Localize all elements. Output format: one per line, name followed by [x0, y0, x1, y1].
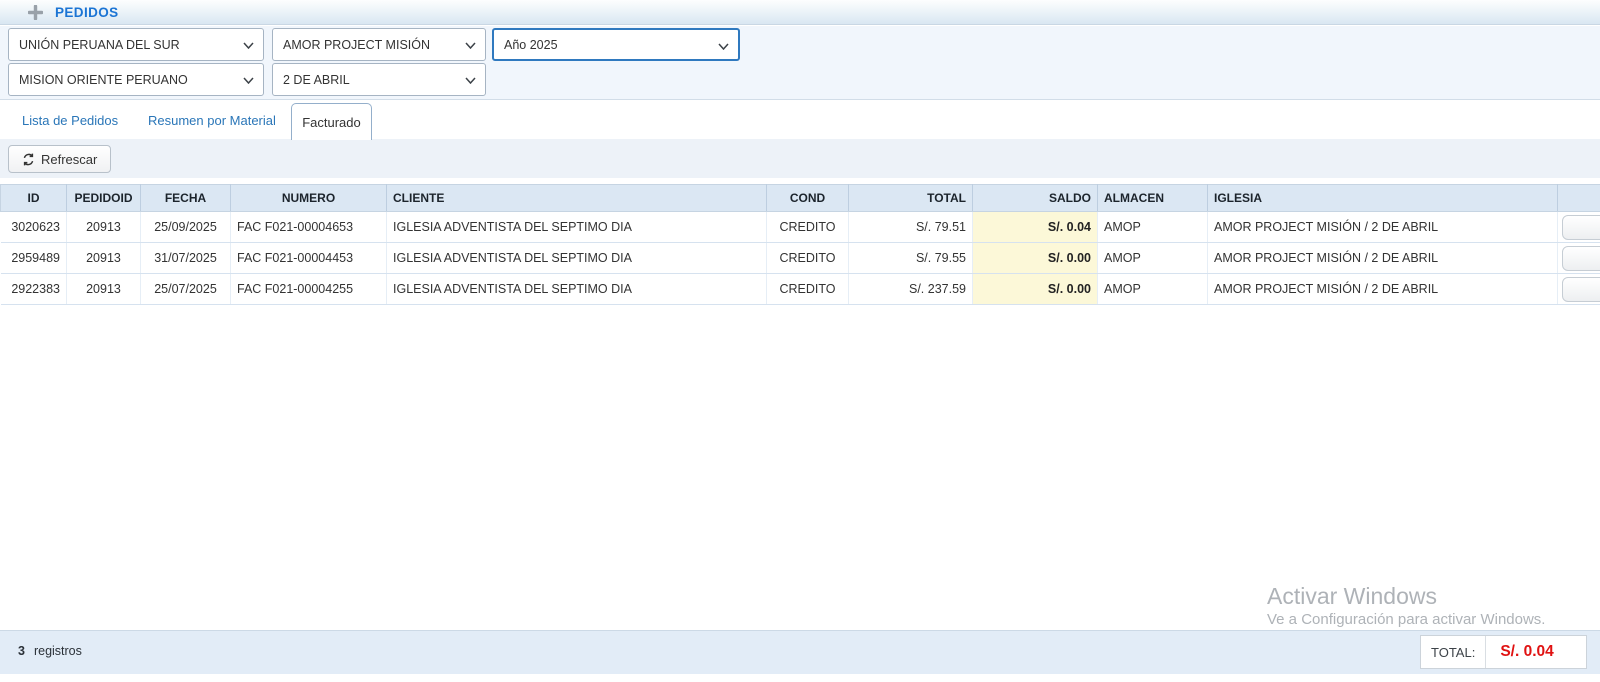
cell-cliente: IGLESIA ADVENTISTA DEL SEPTIMO DIA [387, 212, 767, 243]
column-header-pedidoid[interactable]: PEDIDOID [67, 185, 141, 212]
cell-iglesia: AMOR PROJECT MISIÓN / 2 DE ABRIL [1208, 274, 1558, 305]
cell-saldo: S/. 0.04 [973, 212, 1098, 243]
cell-pedidoid: 20913 [67, 243, 141, 274]
union-select-value: UNIÓN PERUANA DEL SUR [19, 38, 180, 52]
chevron-down-icon [243, 42, 254, 49]
cell-almacen: AMOP [1098, 212, 1208, 243]
row-action-button[interactable] [1562, 246, 1600, 271]
year-select[interactable]: Año 2025 [492, 28, 740, 61]
column-header-fecha[interactable]: FECHA [141, 185, 231, 212]
cell-id: 2959489 [1, 243, 67, 274]
cell-cond: CREDITO [767, 274, 849, 305]
record-count-number: 3 [18, 644, 25, 658]
church-select-value: 2 DE ABRIL [283, 73, 350, 87]
table-row[interactable]: 2922383 20913 25/07/2025 FAC F021-000042… [1, 274, 1600, 305]
refresh-icon [22, 153, 35, 166]
cell-fecha: 25/07/2025 [141, 274, 231, 305]
cell-cond: CREDITO [767, 243, 849, 274]
cell-id: 3020623 [1, 212, 67, 243]
union-select[interactable]: UNIÓN PERUANA DEL SUR [8, 28, 264, 61]
column-header-actions [1558, 185, 1600, 212]
tabs-bar: Lista de Pedidos Resumen por Material Fa… [0, 100, 1600, 139]
windows-activation-watermark-title: Activar Windows [1267, 583, 1437, 610]
cell-fecha: 31/07/2025 [141, 243, 231, 274]
column-header-cliente[interactable]: CLIENTE [387, 185, 767, 212]
column-header-iglesia[interactable]: IGLESIA [1208, 185, 1558, 212]
tab-facturado-label: Facturado [302, 115, 361, 130]
mission-select-value: AMOR PROJECT MISIÓN [283, 38, 430, 52]
cell-pedidoid: 20913 [67, 274, 141, 305]
column-header-almacen[interactable]: ALMACEN [1098, 185, 1208, 212]
windows-activation-watermark-subtitle: Ve a Configuración para activar Windows. [1267, 611, 1545, 628]
filter-panel: UNIÓN PERUANA DEL SUR AMOR PROJECT MISIÓ… [0, 26, 1600, 100]
total-label: TOTAL: [1421, 636, 1486, 668]
mission-select[interactable]: AMOR PROJECT MISIÓN [272, 28, 486, 61]
refresh-button[interactable]: Refrescar [8, 145, 111, 173]
title-bar: PEDIDOS [0, 0, 1600, 25]
footer-bar: 3 registros TOTAL: S/. 0.04 [0, 630, 1600, 674]
record-count: 3 registros [18, 644, 82, 658]
cell-total: S/. 237.59 [849, 274, 973, 305]
column-header-id[interactable]: ID [1, 185, 67, 212]
chevron-down-icon [243, 77, 254, 84]
cell-iglesia: AMOR PROJECT MISIÓN / 2 DE ABRIL [1208, 243, 1558, 274]
column-header-cond[interactable]: COND [767, 185, 849, 212]
year-select-value: Año 2025 [504, 38, 558, 52]
add-icon[interactable] [28, 5, 43, 20]
cell-almacen: AMOP [1098, 274, 1208, 305]
chevron-down-icon [465, 77, 476, 84]
row-action-button[interactable] [1562, 277, 1600, 302]
tab-facturado[interactable]: Facturado [291, 103, 372, 140]
cell-saldo: S/. 0.00 [973, 243, 1098, 274]
cell-fecha: 25/09/2025 [141, 212, 231, 243]
district-select[interactable]: MISION ORIENTE PERUANO [8, 63, 264, 96]
toolbar: Refrescar [0, 139, 1600, 178]
cell-saldo: S/. 0.00 [973, 274, 1098, 305]
cell-numero: FAC F021-00004255 [231, 274, 387, 305]
chevron-down-icon [465, 42, 476, 49]
table-row[interactable]: 3020623 20913 25/09/2025 FAC F021-000046… [1, 212, 1600, 243]
district-select-value: MISION ORIENTE PERUANO [19, 73, 188, 87]
table-header-row: ID PEDIDOID FECHA NUMERO CLIENTE COND TO… [1, 185, 1600, 212]
total-box: TOTAL: S/. 0.04 [1420, 635, 1587, 669]
cell-numero: FAC F021-00004653 [231, 212, 387, 243]
cell-cond: CREDITO [767, 212, 849, 243]
cell-actions [1558, 212, 1600, 243]
cell-pedidoid: 20913 [67, 212, 141, 243]
column-header-total[interactable]: TOTAL [849, 185, 973, 212]
table-row[interactable]: 2959489 20913 31/07/2025 FAC F021-000044… [1, 243, 1600, 274]
cell-actions [1558, 274, 1600, 305]
cell-cliente: IGLESIA ADVENTISTA DEL SEPTIMO DIA [387, 243, 767, 274]
refresh-button-label: Refrescar [41, 152, 97, 167]
page-title: PEDIDOS [55, 5, 119, 20]
cell-almacen: AMOP [1098, 243, 1208, 274]
row-action-button[interactable] [1562, 215, 1600, 240]
cell-total: S/. 79.51 [849, 212, 973, 243]
total-value: S/. 0.04 [1486, 636, 1586, 668]
cell-numero: FAC F021-00004453 [231, 243, 387, 274]
cell-iglesia: AMOR PROJECT MISIÓN / 2 DE ABRIL [1208, 212, 1558, 243]
cell-id: 2922383 [1, 274, 67, 305]
record-count-label: registros [34, 644, 82, 658]
column-header-saldo[interactable]: SALDO [973, 185, 1098, 212]
column-header-numero[interactable]: NUMERO [231, 185, 387, 212]
tab-lista-de-pedidos[interactable]: Lista de Pedidos [22, 113, 118, 128]
invoices-table: ID PEDIDOID FECHA NUMERO CLIENTE COND TO… [0, 184, 1600, 305]
chevron-down-icon [718, 43, 729, 50]
church-select[interactable]: 2 DE ABRIL [272, 63, 486, 96]
tab-resumen-por-material[interactable]: Resumen por Material [148, 113, 276, 128]
cell-total: S/. 79.55 [849, 243, 973, 274]
cell-actions [1558, 243, 1600, 274]
cell-cliente: IGLESIA ADVENTISTA DEL SEPTIMO DIA [387, 274, 767, 305]
